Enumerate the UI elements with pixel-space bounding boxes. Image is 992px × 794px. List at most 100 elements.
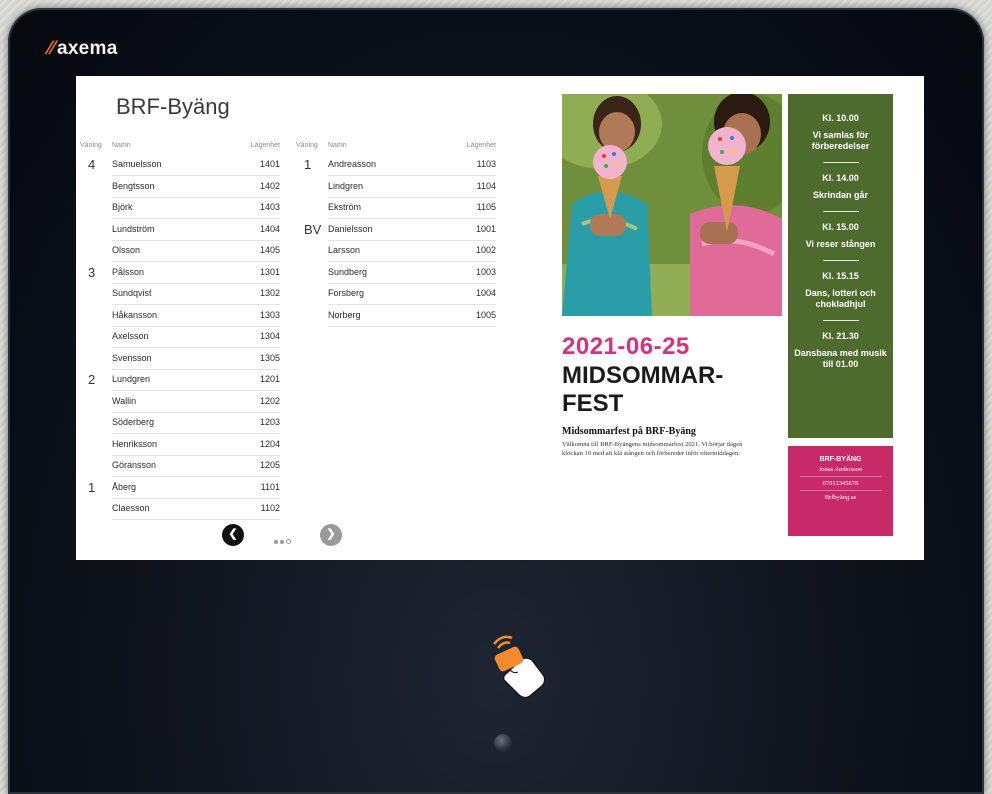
nfc-reader[interactable] [486,630,550,700]
next-page-button[interactable]: ❯ [320,524,342,546]
chevron-left-icon: ❮ [228,528,238,540]
resident-name: Norberg [328,310,454,327]
page-title: BRF-Byäng [116,94,230,119]
resident-name: Sundqvist [112,288,238,305]
schedule-divider [822,211,859,212]
camera-sensor-icon [494,734,512,752]
resident-row[interactable]: Söderberg 1203 [80,412,280,434]
resident-row[interactable]: 2 Lundgren 1201 [80,369,280,391]
chevron-right-icon: ❯ [326,528,336,540]
resident-row[interactable]: Björk 1403 [80,197,280,219]
resident-row[interactable]: Forsberg 1004 [296,283,496,305]
apartment-number: 1403 [238,202,280,219]
page-dot[interactable] [280,540,284,544]
apartment-number: 1205 [238,460,280,477]
apartment-number: 1402 [238,181,280,198]
apartment-number: 1405 [238,245,280,262]
page-dot[interactable] [274,540,278,544]
resident-row[interactable]: Sundberg 1003 [296,262,496,284]
apartment-number: 1204 [238,439,280,456]
resident-row[interactable]: Larsson 1002 [296,240,496,262]
resident-row[interactable]: Axelsson 1304 [80,326,280,348]
resident-row[interactable]: Göransson 1205 [80,455,280,477]
apartment-number: 1303 [238,310,280,327]
apartment-number: 1404 [238,224,280,241]
resident-row[interactable]: Lindgren 1104 [296,176,496,198]
resident-row[interactable]: Svensson 1305 [80,348,280,370]
resident-row[interactable]: Ekström 1105 [296,197,496,219]
resident-row[interactable]: Norberg 1005 [296,305,496,327]
event-date: 2021-06-25 [562,333,690,360]
resident-row[interactable]: Bengtsson 1402 [80,176,280,198]
resident-name: Olsson [112,245,238,262]
resident-row[interactable]: 3 Pålsson 1301 [80,262,280,284]
column-header: Våning Namn Lägenhet [80,136,280,154]
schedule-time: Kl. 15.00 [822,222,859,232]
apartment-number: 1101 [238,482,280,499]
resident-name: Samuelsson [112,159,238,176]
resident-row[interactable]: 4 Samuelsson 1401 [80,154,280,176]
resident-name: Claesson [112,503,238,520]
header-floor: Våning [296,142,318,149]
apartment-number: 1003 [454,267,496,284]
resident-row[interactable]: 1 Åberg 1101 [80,477,280,499]
apartment-number: 1102 [238,503,280,520]
event-description: Välkomna till BRF-Byängens midsommarfest… [562,441,743,457]
header-name: Namn [328,142,347,149]
resident-row[interactable]: Lundström 1404 [80,219,280,241]
event-headline: MIDSOMMAR- FEST [562,362,782,418]
floor-label: BV [304,221,322,237]
apartment-number: 1105 [454,202,496,219]
apartment-number: 1201 [238,374,280,391]
resident-name: Sundberg [328,267,454,284]
event-headline-line-1: MIDSOMMAR- [562,362,724,389]
axema-logo-icon: ⁄⁄ [48,38,55,59]
schedule-description: Dans, lotteri och chokladhjul [805,288,876,309]
apartment-number: 1004 [454,288,496,305]
resident-name: Håkansson [112,310,238,327]
apartment-number: 1401 [238,159,280,176]
resident-name: Svensson [112,353,238,370]
resident-name: Åberg [112,482,238,499]
schedule-time: Kl. 21.30 [822,331,859,341]
resident-name: Axelsson [112,331,238,348]
floor-label: 1 [88,479,96,495]
column-header: Våning Namn Lägenhet [296,136,496,154]
schedule-description: Vi samlas för förberedelser [811,130,870,151]
apartment-number: 1305 [238,353,280,370]
event-info: 2021-06-25 MIDSOMMAR- FEST Midsommarfest… [562,334,782,458]
contact-person: Jonas Andersson [799,463,882,477]
schedule-description: Skrindan går [812,190,868,200]
page-indicator [274,531,293,544]
contact-phone: 07012345678 [799,477,882,491]
resident-name: Andreasson [328,159,454,176]
ice-cream-kids-image [562,94,782,316]
resident-row[interactable]: BV Danielsson 1001 [296,219,496,241]
apartment-number: 1005 [454,310,496,327]
resident-name: Lindgren [328,181,454,198]
resident-column-a: Våning Namn Lägenhet 4 Samuelsson 1401 Beng… [80,136,280,520]
contact-card: BRF-BYÄNG Jonas Andersson 07012345678 Br… [788,446,893,536]
schedule-time: Kl. 14.00 [822,173,859,183]
event-subheading: Midsommarfest på BRF-Byäng [562,426,696,437]
resident-row[interactable]: Wallin 1202 [80,391,280,413]
resident-name: Ekström [328,202,454,219]
resident-column-b: Våning Namn Lägenhet 1 Andreasson 1103 Lind… [296,136,496,327]
resident-row[interactable]: Håkansson 1303 [80,305,280,327]
resident-name: Göransson [112,460,238,477]
resident-row[interactable]: Olsson 1405 [80,240,280,262]
resident-row[interactable]: Henriksson 1204 [80,434,280,456]
resident-row[interactable]: 1 Andreasson 1103 [296,154,496,176]
prev-page-button[interactable]: ❮ [222,524,244,546]
schedule-time: Kl. 10.00 [822,113,859,123]
resident-name: Lundgren [112,374,238,391]
page-dot[interactable] [286,539,291,544]
brand-logo: ⁄⁄ axema [48,38,118,60]
apartment-number: 1304 [238,331,280,348]
apartment-number: 1103 [454,159,496,176]
resident-row[interactable]: Sundqvist 1302 [80,283,280,305]
resident-row[interactable]: Claesson 1102 [80,498,280,520]
apartment-number: 1104 [454,181,496,198]
brand-name: axema [56,38,118,59]
resident-name: Larsson [328,245,454,262]
